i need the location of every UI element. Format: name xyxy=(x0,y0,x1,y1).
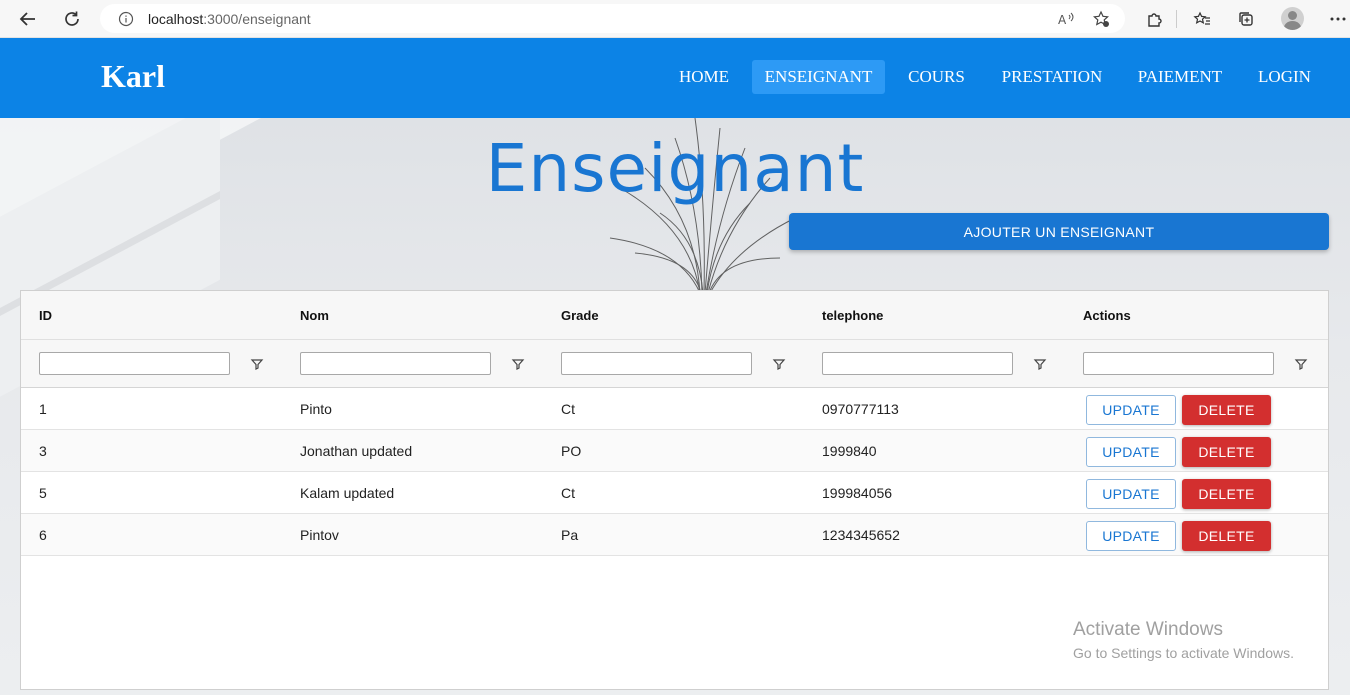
cell-grade: PO xyxy=(561,443,582,459)
filter-icon[interactable] xyxy=(1294,357,1308,371)
filter-input-nom[interactable] xyxy=(300,352,491,375)
nav-paiement[interactable]: PAIEMENT xyxy=(1127,60,1233,94)
address-bar[interactable]: localhost:3000/enseignant A xyxy=(100,4,1125,33)
filter-input-id[interactable] xyxy=(39,352,230,375)
nav-login[interactable]: LOGIN xyxy=(1247,60,1322,94)
grid-header: ID Nom Grade telephone Actions xyxy=(21,291,1328,388)
url-path: :3000/enseignant xyxy=(203,11,311,27)
page-title: Enseignant xyxy=(485,130,865,207)
nav-home[interactable]: HOME xyxy=(668,60,740,94)
toolbar-divider xyxy=(1176,10,1177,28)
filter-input-telephone[interactable] xyxy=(822,352,1013,375)
delete-button[interactable]: DELETE xyxy=(1182,521,1271,551)
cell-telephone: 199984056 xyxy=(822,485,893,501)
cell-id: 1 xyxy=(39,401,47,417)
svg-text:A: A xyxy=(1058,13,1067,27)
favorites-icon[interactable] xyxy=(1191,8,1213,30)
column-header-grade[interactable]: Grade xyxy=(561,308,599,323)
column-header-actions: Actions xyxy=(1083,308,1131,323)
cell-grade: Pa xyxy=(561,527,579,543)
filter-icon[interactable] xyxy=(511,357,525,371)
filter-input-actions[interactable] xyxy=(1083,352,1274,375)
update-button[interactable]: UPDATE xyxy=(1086,521,1176,551)
extensions-icon[interactable] xyxy=(1143,8,1165,30)
update-button[interactable]: UPDATE xyxy=(1086,395,1176,425)
watermark-title: Activate Windows xyxy=(1073,619,1223,640)
brand-logo[interactable]: Karl xyxy=(101,58,165,95)
cell-id: 6 xyxy=(39,527,47,543)
read-aloud-icon[interactable]: A xyxy=(1058,10,1076,28)
nav-prestation[interactable]: PRESTATION xyxy=(990,60,1114,94)
filter-input-grade[interactable] xyxy=(561,352,752,375)
cell-telephone: 1234345652 xyxy=(822,527,900,543)
delete-button[interactable]: DELETE xyxy=(1182,479,1271,509)
column-header-telephone[interactable]: telephone xyxy=(822,308,883,323)
favorite-add-icon[interactable] xyxy=(1092,10,1110,28)
cell-id: 3 xyxy=(39,443,47,459)
more-options-icon[interactable] xyxy=(1327,8,1349,30)
cell-nom: Pintov xyxy=(300,527,339,543)
cell-grade: Ct xyxy=(561,485,575,501)
nav-cours[interactable]: COURS xyxy=(897,60,976,94)
cell-nom: Pinto xyxy=(300,401,332,417)
header-divider xyxy=(21,339,1328,340)
cell-telephone: 1999840 xyxy=(822,443,877,459)
table-row[interactable]: 6 Pintov Pa 1234345652 UPDATE DELETE xyxy=(21,514,1328,556)
refresh-icon[interactable] xyxy=(60,7,84,31)
url-host: localhost xyxy=(148,11,204,27)
delete-button[interactable]: DELETE xyxy=(1182,437,1271,467)
cell-nom: Jonathan updated xyxy=(300,443,413,459)
table-row[interactable]: 3 Jonathan updated PO 1999840 UPDATE DEL… xyxy=(21,430,1328,472)
cell-nom: Kalam updated xyxy=(300,485,395,501)
site-info-icon[interactable] xyxy=(118,11,134,32)
watermark-subtitle: Go to Settings to activate Windows. xyxy=(1073,645,1294,661)
table-row[interactable]: 5 Kalam updated Ct 199984056 UPDATE DELE… xyxy=(21,472,1328,514)
filter-icon[interactable] xyxy=(772,357,786,371)
update-button[interactable]: UPDATE xyxy=(1086,479,1176,509)
delete-button[interactable]: DELETE xyxy=(1182,395,1271,425)
column-header-id[interactable]: ID xyxy=(39,308,52,323)
nav-enseignant[interactable]: ENSEIGNANT xyxy=(752,60,885,94)
cell-grade: Ct xyxy=(561,401,575,417)
collections-icon[interactable] xyxy=(1235,8,1257,30)
table-row[interactable]: 1 Pinto Ct 0970777113 UPDATE DELETE xyxy=(21,388,1328,430)
activate-windows-watermark: Activate Windows Go to Settings to activ… xyxy=(1073,619,1294,661)
column-header-nom[interactable]: Nom xyxy=(300,308,329,323)
app-navbar: Karl HOME ENSEIGNANT COURS PRESTATION PA… xyxy=(0,38,1350,118)
update-button[interactable]: UPDATE xyxy=(1086,437,1176,467)
add-enseignant-button[interactable]: AJOUTER UN ENSEIGNANT xyxy=(789,213,1329,250)
filter-icon[interactable] xyxy=(1033,357,1047,371)
url-text: localhost:3000/enseignant xyxy=(148,11,311,27)
profile-avatar[interactable] xyxy=(1281,7,1304,30)
cell-telephone: 0970777113 xyxy=(822,401,899,417)
cell-id: 5 xyxy=(39,485,47,501)
filter-icon[interactable] xyxy=(250,357,264,371)
back-icon[interactable] xyxy=(16,7,40,31)
browser-toolbar: localhost:3000/enseignant A xyxy=(0,0,1350,38)
